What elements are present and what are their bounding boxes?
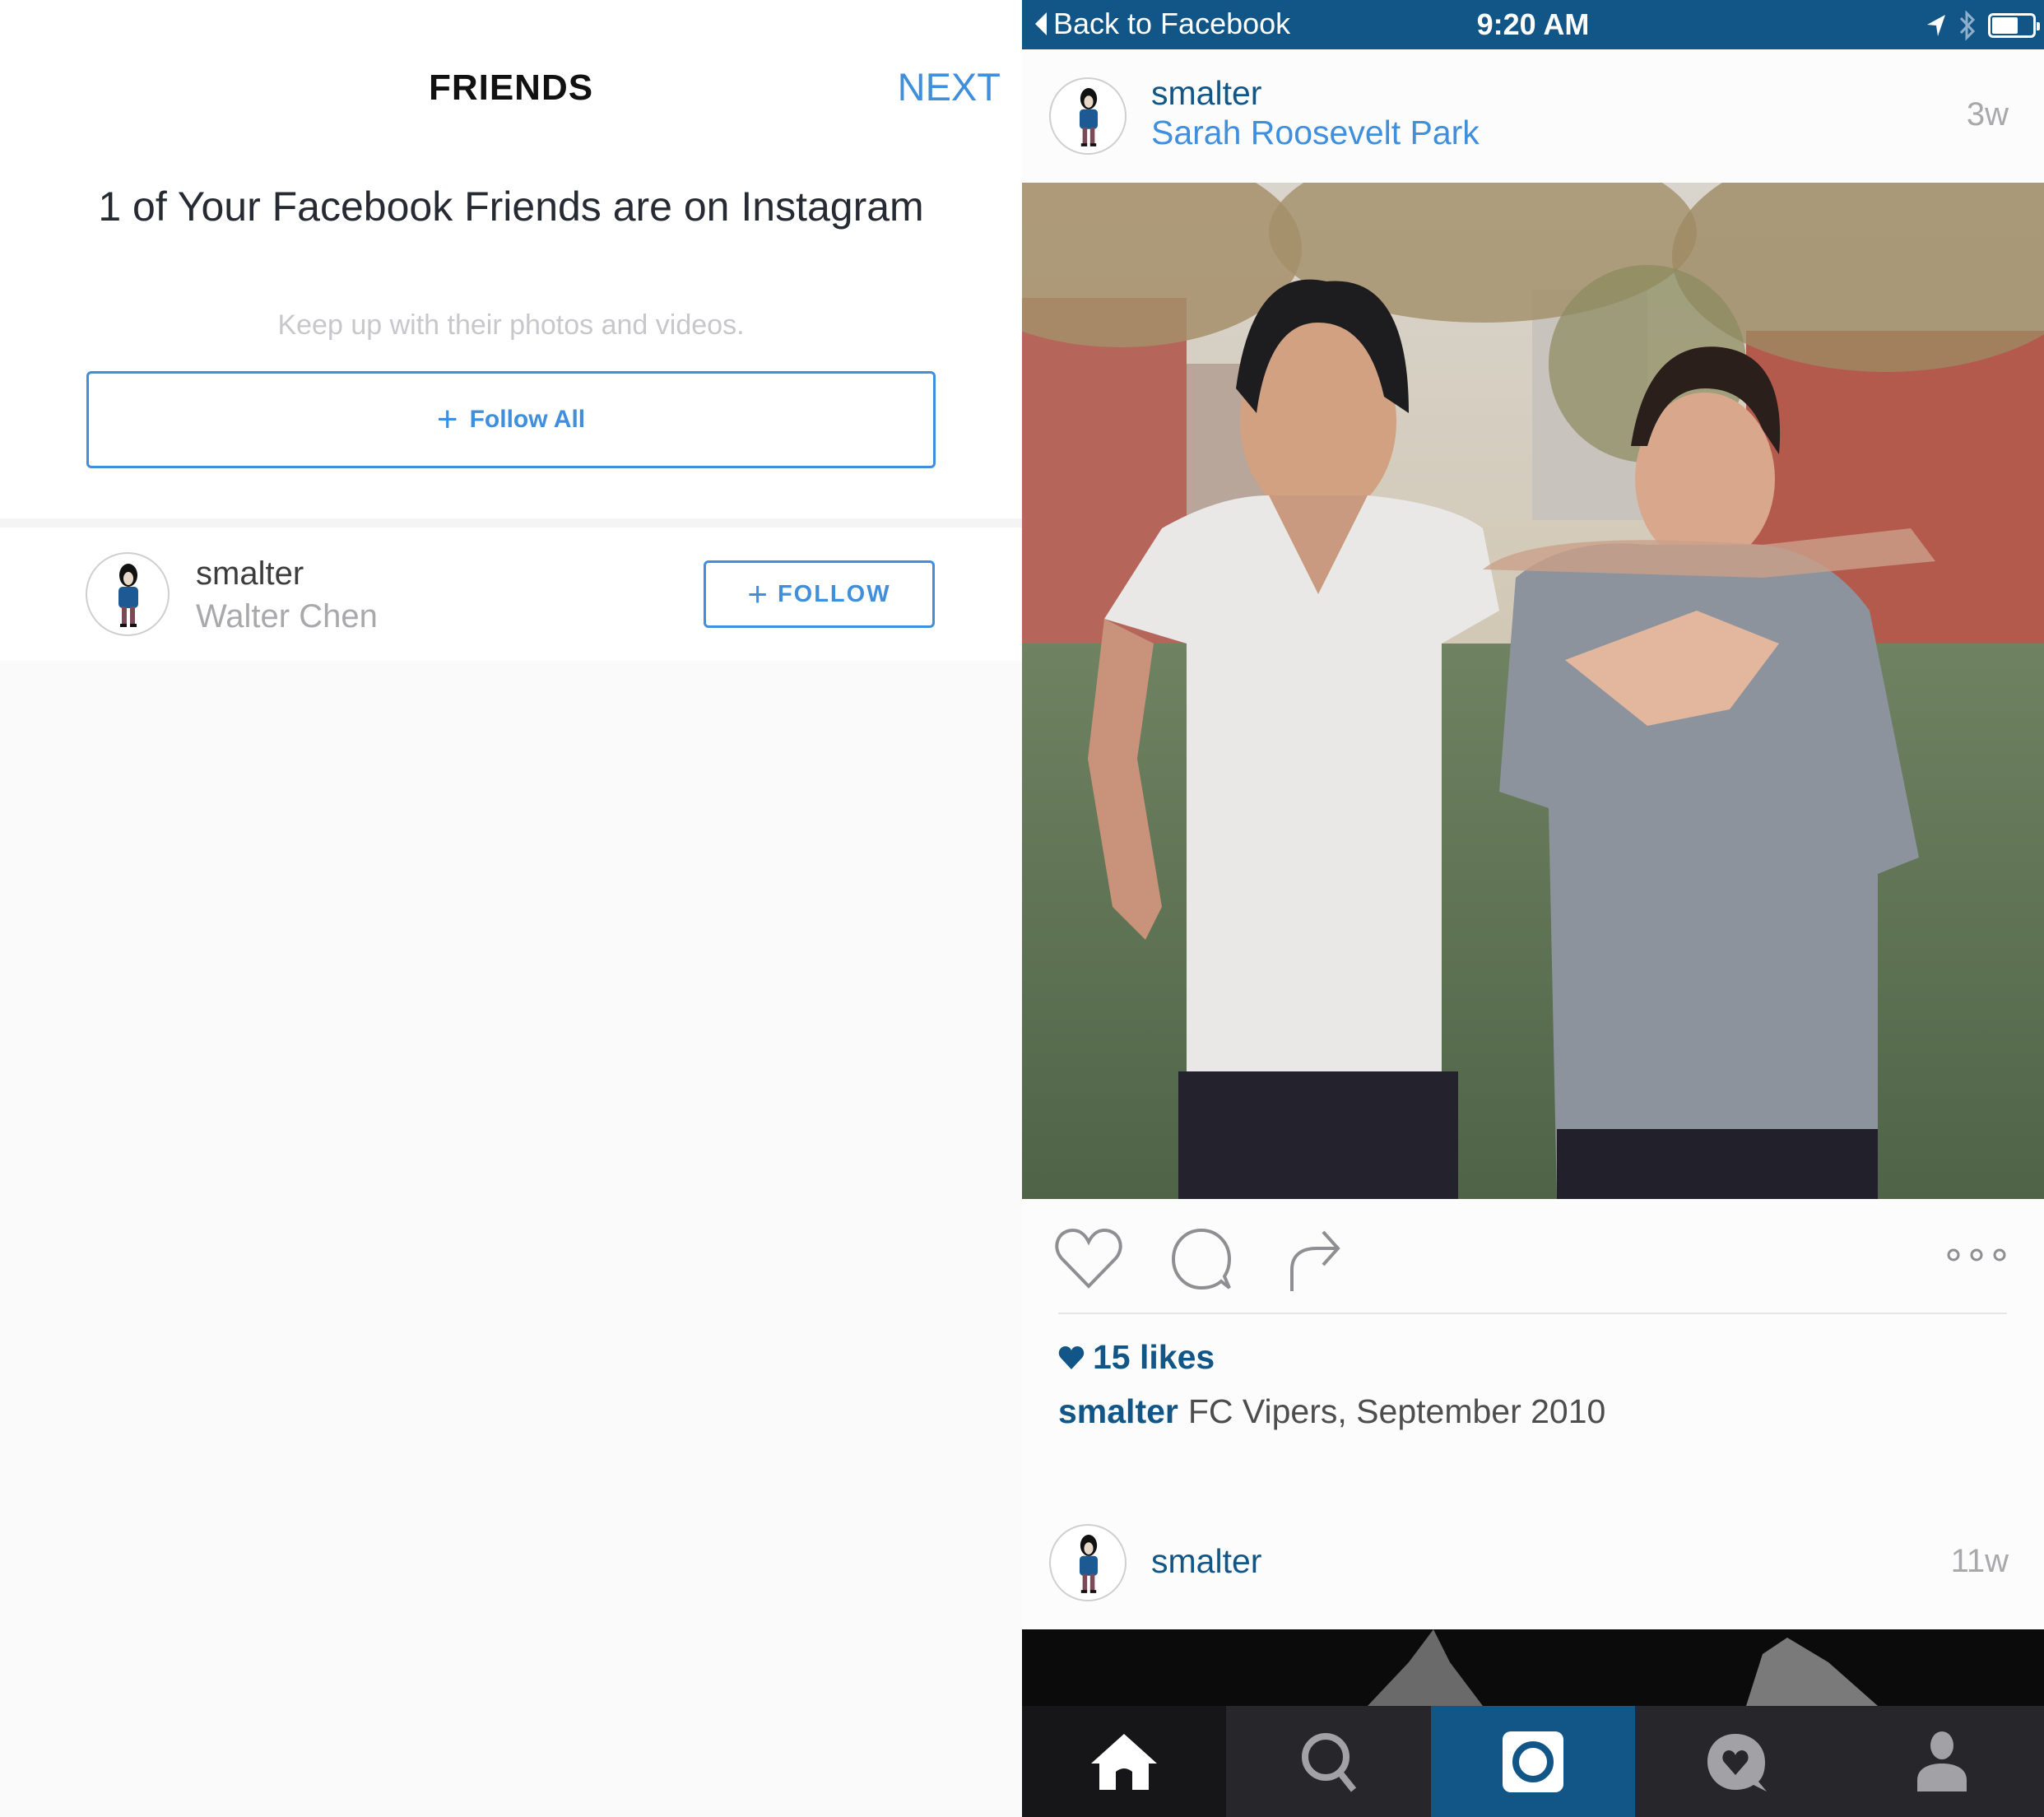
activity-heart-icon	[1707, 1733, 1768, 1791]
post-username[interactable]: smalter	[1151, 74, 1261, 113]
post-username[interactable]: smalter	[1151, 1542, 1261, 1581]
tab-profile[interactable]	[1839, 1706, 2044, 1817]
share-arrow-icon[interactable]	[1287, 1225, 1341, 1293]
post-photo[interactable]	[1022, 1629, 2044, 1706]
caption-text: FC Vipers, September 2010	[1187, 1392, 1606, 1430]
friends-count-heading: 1 of Your Facebook Friends are on Instag…	[98, 184, 924, 230]
status-bar: Back to Facebook 9:20 AM	[1022, 0, 2044, 49]
search-icon	[1301, 1732, 1356, 1791]
battery-icon	[1988, 13, 2040, 38]
post-caption: smalter FC Vipers, September 2010	[1058, 1392, 1605, 1431]
bluetooth-icon	[1959, 10, 1976, 41]
likes-heart-icon	[1058, 1345, 1085, 1369]
post-age: 3w	[1966, 96, 2009, 132]
post-avatar[interactable]	[1049, 1524, 1127, 1601]
likes-label: 15 likes	[1093, 1338, 1215, 1376]
post-header: smalter Sarah Roosevelt Park 3w	[1022, 49, 2044, 183]
friends-subtitle: Keep up with their photos and videos.	[277, 309, 745, 341]
profile-icon	[1916, 1731, 1967, 1791]
avatar[interactable]	[86, 552, 170, 636]
plus-icon: +	[747, 574, 768, 613]
instagram-feed-panel: Back to Facebook 9:20 AM smalter Sarah R…	[1022, 0, 2044, 1817]
location-arrow-icon	[1927, 15, 1945, 36]
tab-camera[interactable]	[1430, 1706, 1636, 1817]
post-photo[interactable]	[1022, 183, 2044, 1199]
section-divider	[0, 518, 1022, 527]
post-location[interactable]: Sarah Roosevelt Park	[1151, 114, 1480, 152]
camera-icon	[1503, 1731, 1564, 1792]
photo-image	[1022, 183, 2044, 1199]
actions-divider	[1058, 1313, 2007, 1314]
home-icon	[1091, 1733, 1158, 1790]
more-options-icon[interactable]	[1947, 1247, 2006, 1263]
follow-all-label: Follow All	[469, 406, 586, 433]
caption-username[interactable]: smalter	[1058, 1392, 1178, 1430]
status-time: 9:20 AM	[1476, 7, 1590, 41]
friend-full-name: Walter Chen	[196, 598, 378, 634]
photo-image	[1368, 1629, 1878, 1706]
post-age: 11w	[1950, 1543, 2009, 1579]
friend-username[interactable]: smalter	[196, 555, 304, 592]
post-header: smalter 11w	[1022, 1496, 2044, 1629]
friend-list-item: smalter Walter Chen + FOLLOW	[0, 527, 1022, 661]
tab-activity[interactable]	[1635, 1706, 1840, 1817]
avatar-cartoon-icon	[1079, 88, 1099, 146]
tab-home[interactable]	[1022, 1706, 1227, 1817]
next-button[interactable]: NEXT	[898, 64, 1001, 109]
follow-all-button[interactable]: + Follow All	[86, 371, 936, 468]
post-actions	[1022, 1199, 2044, 1313]
avatar-cartoon-icon	[118, 564, 138, 627]
find-friends-panel: FRIENDS NEXT 1 of Your Facebook Friends …	[0, 0, 1022, 1817]
post-avatar[interactable]	[1049, 77, 1127, 155]
page-title: FRIENDS	[428, 67, 594, 108]
plus-icon: +	[436, 399, 458, 439]
friends-header-section: FRIENDS NEXT 1 of Your Facebook Friends …	[0, 0, 1022, 518]
tab-search[interactable]	[1226, 1706, 1431, 1817]
like-heart-icon[interactable]	[1055, 1227, 1122, 1290]
likes-count[interactable]: 15 likes	[1058, 1338, 1215, 1377]
avatar-cartoon-icon	[1079, 1535, 1099, 1593]
bottom-tab-bar	[1022, 1706, 2044, 1817]
follow-button[interactable]: + FOLLOW	[704, 560, 935, 628]
follow-label: FOLLOW	[777, 580, 891, 607]
comment-bubble-icon[interactable]	[1170, 1227, 1234, 1291]
